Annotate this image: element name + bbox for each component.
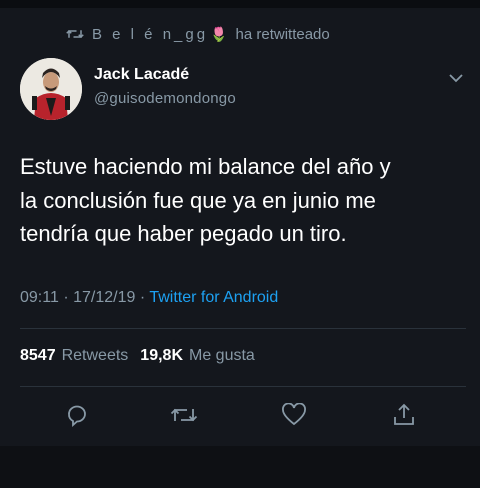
retweet-icon — [66, 29, 84, 39]
like-button[interactable] — [279, 400, 309, 430]
tweet-stats: 8547 Retweets 19,8K Me gusta — [20, 347, 267, 365]
tweet-text: Estuve haciendo mi balance del año y la … — [20, 150, 465, 251]
avatar[interactable] — [20, 58, 82, 120]
top-status-strip — [0, 0, 480, 8]
author-display-name[interactable]: Jack Lacadé — [94, 66, 236, 84]
retweeter-name[interactable]: B e l é n_gg — [92, 26, 208, 43]
tweet-date: 17/12/19 — [73, 289, 136, 306]
tweet-line: Estuve haciendo mi balance del año y — [20, 154, 391, 179]
share-icon — [394, 403, 414, 425]
avatar-image — [20, 58, 82, 120]
divider — [20, 328, 466, 329]
tulip-emoji: 🌷 — [210, 25, 228, 42]
like-icon — [282, 403, 306, 426]
tweet-time: 09:11 — [20, 289, 59, 306]
likes-count[interactable]: 19,8K — [140, 347, 183, 365]
tweet-line: tendría que haber pegado un tiro. — [20, 221, 347, 246]
retweets-label[interactable]: Retweets — [62, 347, 129, 365]
tweet-source-link[interactable]: Twitter for Android — [149, 289, 278, 306]
retweet-action-icon — [170, 408, 198, 422]
share-button[interactable] — [389, 400, 419, 430]
retweet-action-text: ha retwitteado — [235, 25, 330, 43]
tweet-meta: 09:11 · 17/12/19 · Twitter for Android — [20, 289, 278, 307]
retweet-button[interactable] — [169, 400, 199, 430]
divider — [20, 386, 466, 387]
meta-separator: · — [63, 289, 69, 306]
likes-label[interactable]: Me gusta — [189, 347, 255, 365]
chevron-down-icon[interactable] — [448, 72, 464, 84]
tweet-author[interactable]: Jack Lacadé @guisodemondongo — [94, 66, 236, 107]
retweets-count[interactable]: 8547 — [20, 347, 56, 365]
reply-button[interactable] — [62, 400, 92, 430]
reply-icon — [68, 405, 86, 427]
retweet-banner[interactable]: B e l é n_gg 🌷 ha retwitteado — [66, 24, 330, 44]
tweet-line: la conclusión fue que ya en junio me — [20, 187, 376, 213]
tweet-actions — [0, 400, 480, 430]
author-handle[interactable]: @guisodemondongo — [94, 90, 236, 107]
bottom-area — [0, 446, 480, 488]
meta-separator: · — [139, 289, 146, 306]
